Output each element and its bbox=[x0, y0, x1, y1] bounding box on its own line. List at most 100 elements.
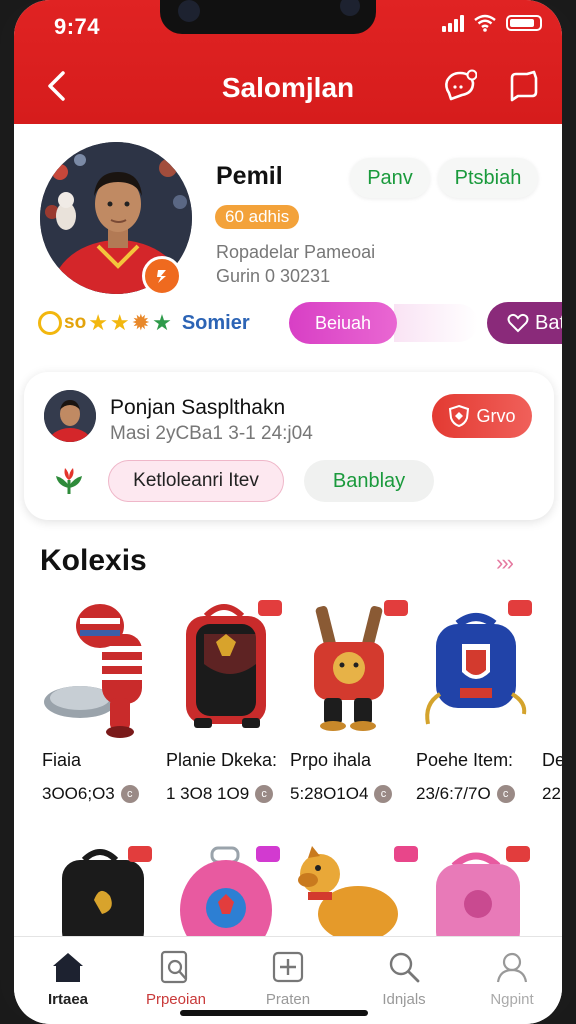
item-name: Prpo ihala bbox=[290, 750, 372, 770]
item-price: 3OO6;O3 c bbox=[42, 784, 139, 804]
home-indicator[interactable] bbox=[180, 1010, 368, 1016]
card-meta: Masi 2yCBa1 3-1 24:j04 bbox=[110, 423, 313, 444]
price-value: 22 bbox=[542, 784, 561, 803]
add-square-icon bbox=[272, 951, 304, 983]
item-tag bbox=[508, 600, 532, 616]
pink-button-trail bbox=[394, 304, 478, 342]
coin-icon: c bbox=[374, 785, 393, 803]
signal-icon bbox=[442, 14, 464, 32]
profile-meta: Ropadelar Pameoai bbox=[216, 242, 376, 262]
tab-label: Prpeoian bbox=[145, 991, 207, 1008]
price-value: 23/6:7/7O bbox=[416, 784, 491, 803]
collection-item[interactable]: Planie Dkeka: 1 3O8 1O9 c bbox=[164, 594, 290, 814]
message-icon bbox=[510, 70, 538, 102]
item-image bbox=[44, 604, 142, 738]
post-card: Ponjan Sasplthakn Masi 2yCBa1 3-1 24:j04… bbox=[24, 372, 554, 520]
level-badge: 60 adhis bbox=[215, 205, 300, 229]
card-action-label: Grvo bbox=[476, 405, 516, 426]
collection-item[interactable] bbox=[40, 840, 166, 950]
app-header: 9:74 Salomjlan bbox=[14, 0, 562, 124]
chat-button[interactable] bbox=[440, 66, 480, 106]
price-value: 5:28O1O4 bbox=[290, 784, 369, 803]
section-title: Kolexis bbox=[40, 544, 147, 577]
item-tag bbox=[384, 600, 408, 616]
profile-id: Gurin 0 30231 bbox=[216, 266, 331, 286]
rank-stars: so ★ ★ ✹ ★ bbox=[38, 310, 172, 336]
item-price: 22 bbox=[542, 784, 561, 804]
more-button[interactable] bbox=[504, 66, 544, 106]
phone-frame: 9:74 Salomjlan Pemil 60 adhis Ropadelar … bbox=[0, 0, 576, 1024]
item-name: Planie Dkeka: bbox=[166, 750, 278, 770]
profile-name: Pemil bbox=[216, 162, 283, 190]
card-avatar[interactable] bbox=[44, 390, 96, 442]
item-price: 5:28O1O4 c bbox=[290, 784, 393, 804]
item-tag bbox=[258, 600, 282, 616]
document-search-icon bbox=[160, 950, 188, 984]
star-icon: ★ bbox=[88, 310, 108, 335]
screen: 9:74 Salomjlan Pemil 60 adhis Ropadelar … bbox=[14, 0, 562, 1024]
rank-label: Somier bbox=[181, 311, 250, 334]
price-value: 3OO6;O3 bbox=[42, 784, 115, 803]
favorite-label: Bat bbox=[535, 311, 562, 334]
message-button[interactable]: Ptsbiah bbox=[438, 158, 538, 198]
card-name: Ponjan Sasplthakn bbox=[110, 396, 286, 419]
item-tag bbox=[506, 846, 530, 862]
item-image bbox=[314, 606, 384, 731]
heart-icon bbox=[507, 313, 529, 333]
coin-icon: c bbox=[255, 785, 274, 803]
battery-icon bbox=[506, 15, 542, 31]
item-name: Fiaia bbox=[42, 750, 82, 770]
collection-item[interactable]: Poehe Item: 23/6:7/7O c bbox=[414, 594, 540, 814]
user-icon bbox=[496, 952, 528, 983]
collection-item[interactable] bbox=[288, 840, 418, 942]
tab-profile[interactable]: Ngpint bbox=[458, 937, 562, 1024]
see-more-link[interactable]: ››› bbox=[496, 550, 514, 576]
status-icons bbox=[442, 14, 542, 32]
rank-row: so ★ ★ ✹ ★ Somier bbox=[38, 302, 250, 344]
status-time: 9:74 bbox=[54, 14, 101, 39]
sensor-icon bbox=[340, 0, 360, 16]
tag-pill[interactable]: Ketloleanri Itev bbox=[108, 460, 284, 502]
tab-label: Irtaea bbox=[47, 991, 89, 1008]
item-price: 1 3O8 1O9 c bbox=[166, 784, 274, 804]
price-value: 1 3O8 1O9 bbox=[166, 784, 250, 803]
tab-home[interactable]: Irtaea bbox=[14, 937, 122, 1024]
flower-icon bbox=[52, 464, 86, 498]
camera-icon bbox=[178, 0, 200, 22]
card-action-button[interactable]: Grvo bbox=[432, 394, 532, 438]
tab-label: Ngpint bbox=[490, 991, 534, 1008]
notch bbox=[160, 0, 376, 34]
coin-icon: c bbox=[496, 785, 515, 803]
collection-item[interactable]: De 22 bbox=[540, 594, 562, 814]
item-name: De bbox=[542, 750, 562, 770]
star-icon: ✹ bbox=[131, 310, 151, 335]
item-name: Poehe Item: bbox=[416, 750, 514, 770]
secondary-pill[interactable]: Banblay bbox=[304, 460, 434, 502]
search-icon bbox=[389, 952, 420, 983]
wifi-icon bbox=[474, 14, 496, 32]
star-icon: ★ bbox=[152, 310, 172, 335]
shield-icon bbox=[449, 404, 470, 428]
profile-section: Pemil 60 adhis Ropadelar Pameoai Gurin 0… bbox=[14, 124, 562, 364]
home-icon bbox=[53, 953, 83, 982]
pink-action-button[interactable]: Beiuah bbox=[289, 302, 397, 344]
tab-label: Praten bbox=[265, 991, 311, 1008]
collection-item[interactable] bbox=[164, 840, 290, 960]
collection-item[interactable] bbox=[414, 840, 540, 954]
collection-item[interactable]: Fiaia 3OO6;O3 c bbox=[40, 594, 166, 814]
favorite-button[interactable]: Bat bbox=[487, 302, 562, 344]
coin-icon bbox=[38, 311, 62, 335]
rank-prefix: so bbox=[64, 312, 87, 333]
star-icon: ★ bbox=[109, 310, 130, 335]
chat-bubble-icon bbox=[445, 69, 477, 101]
item-image bbox=[186, 604, 266, 728]
coin-icon: c bbox=[120, 785, 139, 803]
tab-label: Idnjals bbox=[382, 991, 426, 1008]
item-tag bbox=[256, 846, 280, 862]
follow-button[interactable]: Panv bbox=[350, 158, 430, 198]
collection-item[interactable]: Prpo ihala 5:28O1O4 c bbox=[288, 594, 414, 814]
verified-badge-icon bbox=[142, 256, 182, 296]
item-price: 23/6:7/7O c bbox=[416, 784, 515, 804]
item-tag bbox=[128, 846, 152, 862]
item-image bbox=[425, 613, 527, 725]
